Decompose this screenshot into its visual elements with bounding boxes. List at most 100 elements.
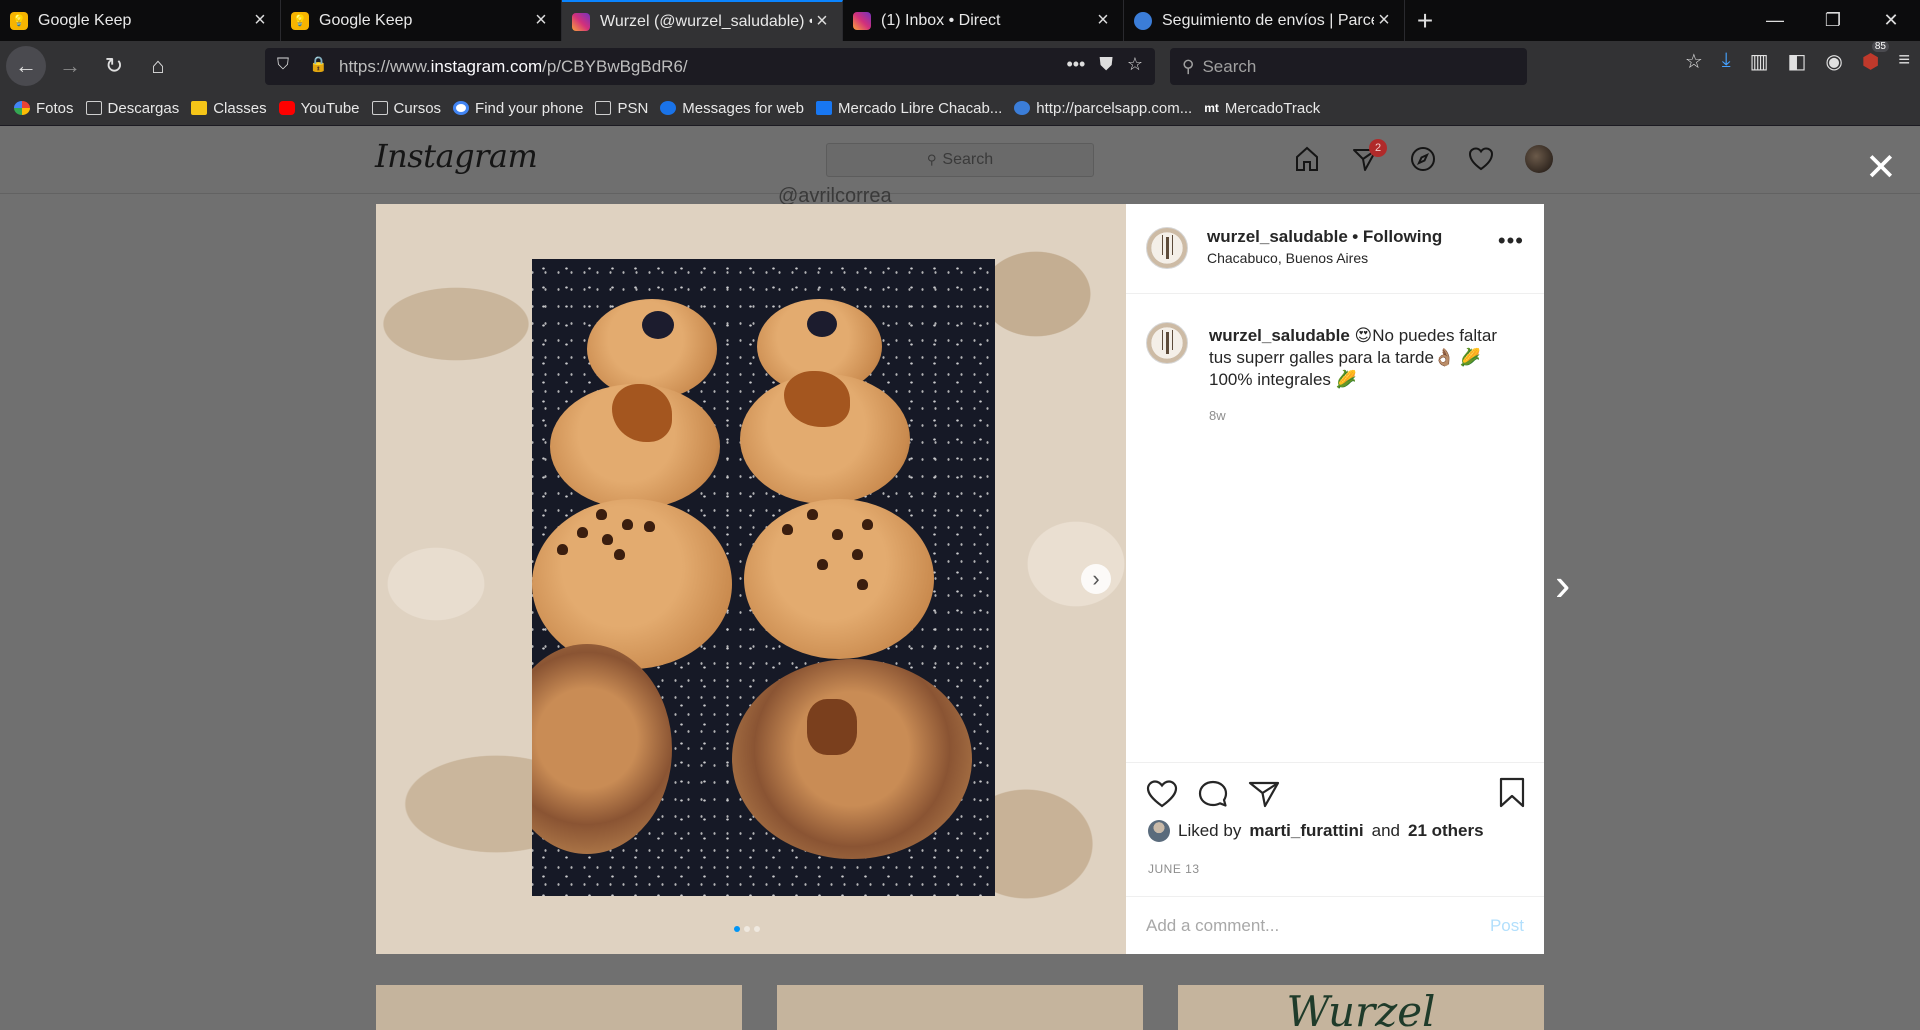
following-status[interactable]: • Following [1352,227,1442,246]
post-date[interactable]: JUNE 13 [1148,862,1200,876]
tab-close-icon[interactable]: × [1093,9,1113,32]
carousel-indicator [734,926,760,932]
carousel-dot [744,926,750,932]
instagram-header: Instagram ⚲ Search 2 [0,127,1920,194]
carousel-next-button[interactable]: › [1081,564,1111,594]
chocolate-chip [557,544,568,555]
library-icon[interactable]: ▥ [1750,49,1769,74]
reload-icon[interactable]: ↻ [94,46,134,86]
grid-thumbnail[interactable]: Wurzel [1178,985,1544,1030]
tab-parcels[interactable]: Seguimiento de envíos | Parcels × [1124,0,1405,41]
bookmark-save-icon[interactable] [1498,777,1526,809]
tab-title: Wurzel (@wurzel_saludable) • I [600,12,812,30]
author-username[interactable]: wurzel_saludable [1207,227,1348,246]
post-comment-button[interactable]: Post [1490,916,1524,936]
keep-icon: 💡 [10,11,28,30]
account-icon[interactable]: ◉ [1825,49,1842,74]
liker-avatar[interactable] [1148,820,1170,842]
post-location[interactable]: Chacabuco, Buenos Aires [1207,250,1442,266]
tab-close-icon[interactable]: × [812,10,832,33]
explore-icon[interactable] [1409,145,1437,173]
lock-icon[interactable]: 🔒 [309,55,328,73]
next-post-arrow-icon[interactable]: › [1555,557,1570,611]
restore-icon[interactable]: ❐ [1804,0,1862,41]
likes-count[interactable]: 21 others [1408,821,1484,841]
bookmark-mercado-libre[interactable]: Mercado Libre Chacab... [816,100,1002,117]
comment-icon[interactable] [1197,779,1229,809]
close-window-icon[interactable]: ✕ [1862,0,1920,41]
navigation-toolbar: ← → ↻ ⌂ ⛉ 🔒 https://www.instagram.com/p/… [0,41,1920,91]
address-bar[interactable]: ⛉ 🔒 https://www.instagram.com/p/CBYBwBgB… [265,48,1155,85]
bookmark-messages[interactable]: Messages for web [660,100,804,117]
bookmark-star-icon[interactable]: ☆ [1127,54,1143,75]
profile-avatar[interactable] [1525,145,1553,173]
tab-google-keep-2[interactable]: 💡 Google Keep × [281,0,562,41]
chocolate-topping [807,699,857,755]
sidebar-icon[interactable]: ◧ [1788,49,1807,74]
tab-close-icon[interactable]: × [250,9,270,32]
ublock-icon[interactable]: ⬢ 85 [1862,41,1889,74]
bookmark-descargas[interactable]: Descargas [85,100,179,117]
shield-icon[interactable]: ⛉ [277,56,289,74]
search-icon: ⚲ [1182,56,1195,76]
forward-arrow-icon[interactable]: → [50,46,90,86]
close-modal-icon[interactable]: ✕ [1865,149,1897,187]
like-heart-icon[interactable] [1146,779,1178,809]
author-avatar[interactable] [1146,227,1188,269]
direct-icon[interactable]: 2 [1351,139,1387,173]
caption-time[interactable]: 8w [1209,408,1226,423]
globe-icon [1134,11,1152,30]
bookmark-parcelsapp[interactable]: http://parcelsapp.com... [1014,100,1192,117]
instagram-search-input[interactable]: ⚲ Search [826,143,1094,177]
cookie [744,499,934,659]
post-header: wurzel_saludable • Following Chacabuco, … [1126,204,1544,294]
tab-google-keep-1[interactable]: 💡 Google Keep × [0,0,281,41]
window-controls: — ❐ ✕ [1746,0,1920,41]
mercadotrack-icon: mt [1204,101,1219,115]
back-arrow-icon[interactable]: ← [6,46,46,86]
chocolate-chip [596,509,607,520]
new-tab-button[interactable]: + [1405,0,1445,41]
tab-close-icon[interactable]: × [1374,9,1394,32]
page-actions-icon[interactable]: ••• [1066,54,1085,75]
home-icon[interactable] [1293,145,1321,173]
minimize-icon[interactable]: — [1746,0,1804,41]
bookmark-find-your-phone[interactable]: Find your phone [453,100,583,117]
caption-username[interactable]: wurzel_saludable [1209,326,1350,345]
browser-search-input[interactable]: ⚲ Search [1170,48,1527,85]
more-options-icon[interactable]: ••• [1498,228,1524,254]
reading-list-icon[interactable]: ☆ [1685,49,1703,74]
bookmark-classes[interactable]: Classes [191,100,267,117]
chocolate-chip [622,519,633,530]
grid-thumbnail[interactable] [777,985,1143,1030]
folder-icon [595,101,612,115]
grid-thumbnail[interactable] [376,985,742,1030]
caption-avatar[interactable] [1146,322,1188,364]
tab-bar: 💡 Google Keep × 💡 Google Keep × Wurzel (… [0,0,1920,41]
tab-wurzel[interactable]: Wurzel (@wurzel_saludable) • I × [562,0,843,41]
chocolate-chip [862,519,873,530]
keep-icon: 💡 [291,11,309,30]
bookmark-fotos[interactable]: Fotos [14,100,74,117]
bookmark-youtube[interactable]: YouTube [278,100,360,117]
liked-by-user[interactable]: marti_furattini [1249,821,1363,841]
pocket-icon[interactable]: ⛊ [1099,54,1113,75]
home-icon[interactable]: ⌂ [138,46,178,86]
downloads-icon[interactable]: ⤓ [1722,49,1731,74]
bookmark-psn[interactable]: PSN [595,100,648,117]
activity-heart-icon[interactable] [1467,145,1495,173]
tab-title: (1) Inbox • Direct [881,11,1001,29]
tab-close-icon[interactable]: × [531,9,551,32]
bookmark-cursos[interactable]: Cursos [371,100,441,117]
tab-inbox-direct[interactable]: (1) Inbox • Direct × [843,0,1124,41]
bookmarks-toolbar: Fotos Descargas Classes YouTube Cursos F… [0,91,1920,126]
profile-grid: Wurzel [376,985,1544,1030]
post-media[interactable]: › [376,204,1126,954]
messages-icon [660,101,677,115]
comment-input[interactable] [1146,915,1490,936]
share-icon[interactable] [1248,779,1280,809]
menu-icon[interactable]: ≡ [1898,49,1910,74]
carousel-dot [754,926,760,932]
instagram-logo[interactable]: Instagram [375,137,538,175]
bookmark-mercadotrack[interactable]: mt MercadoTrack [1204,100,1320,117]
